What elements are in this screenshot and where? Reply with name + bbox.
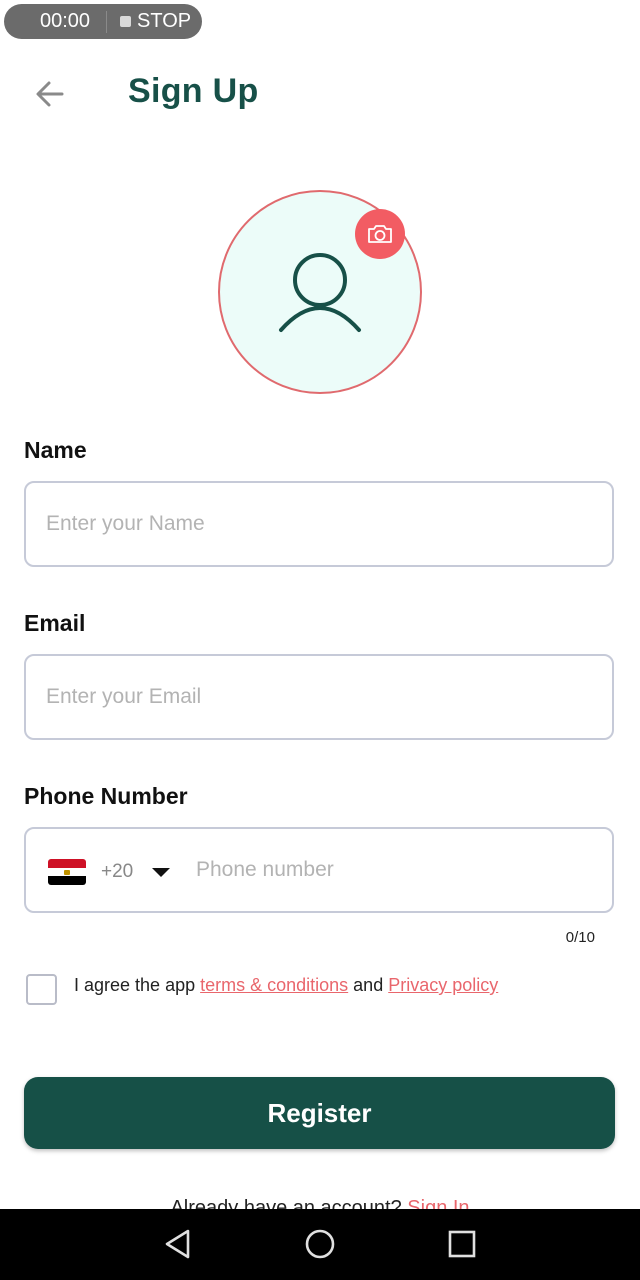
name-label: Name: [24, 437, 87, 463]
system-navigation-bar: [0, 1209, 640, 1280]
camera-icon: [368, 225, 392, 243]
agree-checkbox[interactable]: [26, 974, 57, 1005]
recorder-divider: [106, 10, 107, 33]
email-input[interactable]: [26, 656, 612, 738]
egypt-flag-icon[interactable]: [48, 859, 86, 885]
phone-input[interactable]: [178, 829, 612, 911]
phone-label: Phone Number: [24, 783, 188, 809]
agreement-prefix: I agree the app: [74, 975, 201, 995]
email-field[interactable]: [24, 654, 614, 740]
recorder-stop-label[interactable]: STOP: [137, 10, 191, 33]
caret-down-icon[interactable]: [152, 868, 170, 877]
back-triangle-icon[interactable]: [161, 1227, 195, 1261]
name-input[interactable]: [26, 483, 612, 565]
name-field[interactable]: [24, 481, 614, 567]
page-title: Sign Up: [128, 72, 259, 110]
agreement-middle: and: [348, 975, 389, 995]
register-button[interactable]: Register: [24, 1077, 615, 1149]
user-icon: [279, 253, 361, 332]
phone-char-counter: 0/10: [565, 929, 595, 946]
change-photo-button[interactable]: [355, 209, 405, 259]
terms-link[interactable]: terms & conditions: [200, 975, 348, 995]
recents-square-icon[interactable]: [445, 1227, 479, 1261]
privacy-link[interactable]: Privacy policy: [388, 975, 498, 995]
back-button[interactable]: [30, 74, 70, 114]
phone-field[interactable]: +20: [24, 827, 614, 913]
agreement-text: I agree the app terms & conditions and P…: [74, 975, 498, 996]
screen-recorder-pill: 00:00 STOP: [4, 4, 202, 39]
recorder-time: 00:00: [40, 10, 91, 32]
dial-code[interactable]: +20: [101, 861, 133, 883]
email-label: Email: [24, 610, 86, 636]
home-circle-icon[interactable]: [303, 1227, 337, 1261]
arrow-left-icon: [36, 81, 64, 107]
stop-icon[interactable]: [120, 16, 131, 27]
